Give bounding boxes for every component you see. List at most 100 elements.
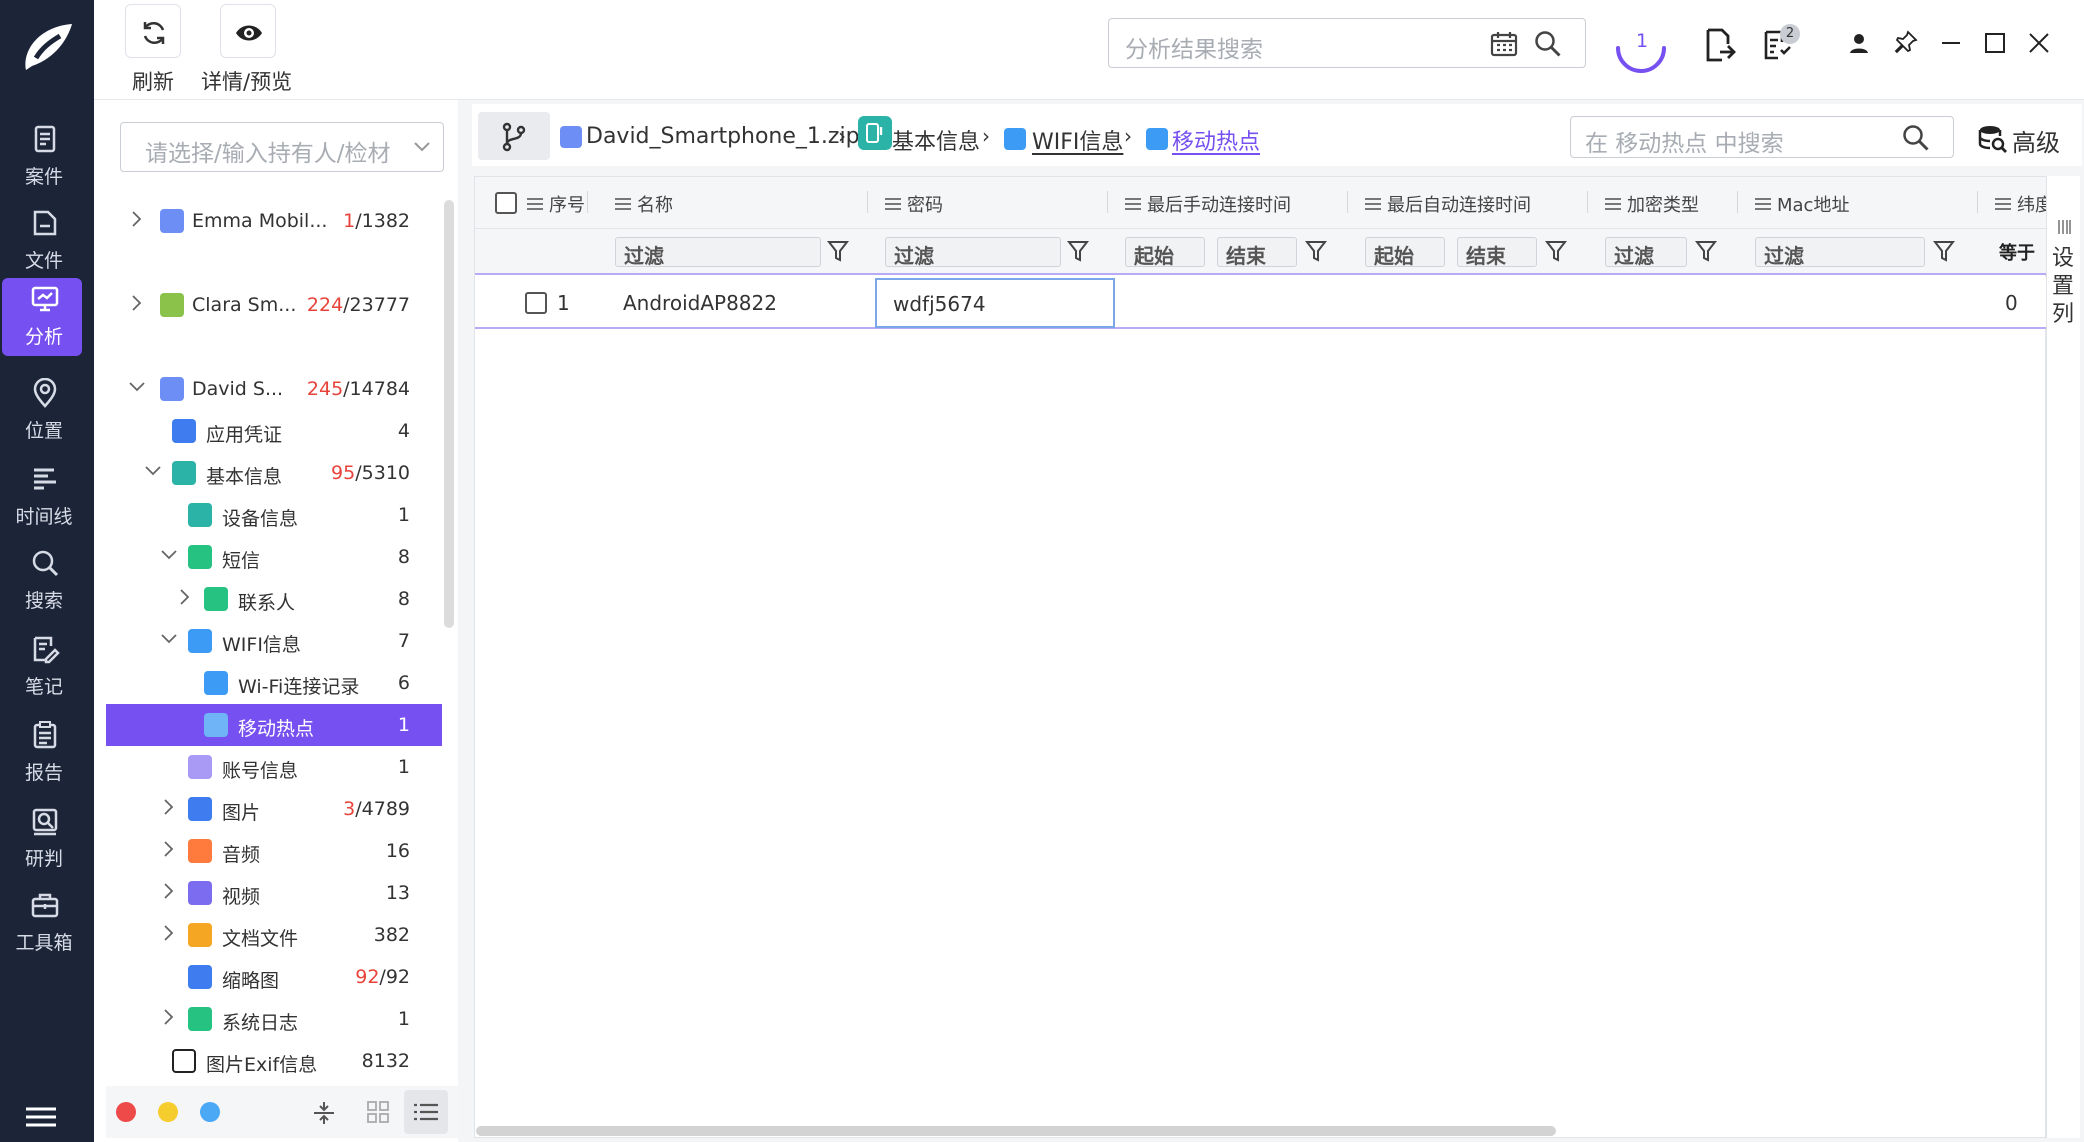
chevron-right-icon[interactable] bbox=[160, 798, 178, 816]
grid-horizontal-scrollbar[interactable] bbox=[476, 1126, 1556, 1136]
filter-auto-end[interactable]: 结束 bbox=[1457, 237, 1537, 268]
tree-item-clara[interactable]: Clara Sm... 224/23777 bbox=[106, 284, 442, 326]
tree-item-app-credentials[interactable]: 应用凭证 4 bbox=[106, 410, 442, 452]
column-divider[interactable] bbox=[587, 191, 588, 213]
nav-item-files[interactable]: 文件 bbox=[2, 202, 82, 282]
color-filter-blue[interactable] bbox=[200, 1102, 220, 1122]
filter-encryption[interactable]: 过滤 bbox=[1605, 237, 1687, 268]
chevron-right-icon[interactable] bbox=[160, 924, 178, 942]
chevron-right-icon[interactable] bbox=[128, 210, 146, 228]
column-divider[interactable] bbox=[1977, 191, 1978, 213]
filter-icon[interactable] bbox=[1933, 239, 1955, 263]
column-divider[interactable] bbox=[867, 191, 868, 213]
branch-toggle-button[interactable] bbox=[478, 112, 550, 160]
column-header-mac[interactable]: Mac地址 bbox=[1755, 191, 1849, 217]
tree-item-contacts[interactable]: 联系人 8 bbox=[106, 578, 442, 620]
cell-password-focused[interactable]: wdfj5674 bbox=[875, 278, 1115, 328]
tree-item-documents[interactable]: 文档文件 382 bbox=[106, 914, 442, 956]
table-search-input[interactable]: 在 移动热点 中搜索 bbox=[1570, 116, 1954, 158]
row-checkbox[interactable] bbox=[525, 292, 547, 314]
filter-icon[interactable] bbox=[1067, 239, 1089, 263]
collapse-all-icon[interactable] bbox=[312, 1100, 336, 1126]
chevron-right-icon[interactable] bbox=[160, 840, 178, 858]
tree-item-device-info[interactable]: 设备信息 1 bbox=[106, 494, 442, 536]
select-all-checkbox[interactable] bbox=[495, 192, 517, 214]
grid-view-icon[interactable] bbox=[366, 1100, 390, 1124]
column-settings-button[interactable]: 设 置 列 bbox=[2046, 176, 2080, 1138]
column-header-latitude[interactable]: 纬度 bbox=[1995, 191, 2047, 217]
filter-icon[interactable] bbox=[827, 239, 849, 263]
nav-item-analysis[interactable]: 分析 bbox=[2, 278, 82, 356]
nav-item-toolbox[interactable]: 工具箱 bbox=[2, 884, 82, 964]
nav-item-case[interactable]: 案件 bbox=[2, 118, 82, 198]
tree-item-video[interactable]: 视频 13 bbox=[106, 872, 442, 914]
breadcrumb-hotspot[interactable]: 移动热点 bbox=[1172, 124, 1260, 156]
pin-icon[interactable] bbox=[1894, 30, 1918, 54]
nav-item-timeline[interactable]: 时间线 bbox=[2, 458, 82, 538]
tree-item-images[interactable]: 图片 3/4789 bbox=[106, 788, 442, 830]
filter-manual-start[interactable]: 起始 bbox=[1125, 237, 1205, 268]
tree-item-thumbnails[interactable]: 缩略图 92/92 bbox=[106, 956, 442, 998]
column-divider[interactable] bbox=[1107, 191, 1108, 213]
tree-item-account-info[interactable]: 账号信息 1 bbox=[106, 746, 442, 788]
chevron-down-icon[interactable] bbox=[128, 378, 146, 396]
filter-icon[interactable] bbox=[1305, 239, 1327, 263]
nav-item-notes[interactable]: 笔记 bbox=[2, 628, 82, 708]
breadcrumb-basic-info[interactable]: 基本信息 bbox=[892, 124, 980, 156]
tree-item-wifi-info[interactable]: WIFI信息 7 bbox=[106, 620, 442, 662]
nav-item-search[interactable]: 搜索 bbox=[2, 542, 82, 622]
color-filter-red[interactable] bbox=[116, 1102, 136, 1122]
tree-item-basic-info[interactable]: 基本信息 95/5310 bbox=[106, 452, 442, 494]
tree-item-wifi-connection-records[interactable]: Wi-Fi连接记录 6 bbox=[106, 662, 442, 704]
list-view-button[interactable] bbox=[404, 1090, 448, 1134]
maximize-icon[interactable] bbox=[1984, 32, 2006, 54]
search-icon[interactable] bbox=[1533, 29, 1563, 59]
nav-item-report[interactable]: 报告 bbox=[2, 714, 82, 794]
column-divider[interactable] bbox=[1587, 191, 1588, 213]
details-preview-button[interactable] bbox=[220, 4, 276, 58]
tree-item-david[interactable]: David S... 245/14784 bbox=[106, 368, 442, 410]
table-row[interactable]: 1 AndroidAP8822 wdfj5674 0 bbox=[475, 277, 2047, 329]
column-header-index[interactable]: 序号 bbox=[527, 191, 585, 217]
filter-mac[interactable]: 过滤 bbox=[1755, 237, 1925, 268]
color-filter-yellow[interactable] bbox=[158, 1102, 178, 1122]
nav-item-location[interactable]: 位置 bbox=[2, 372, 82, 452]
column-divider[interactable] bbox=[1737, 191, 1738, 213]
tree-item-mobile-hotspot[interactable]: 移动热点 1 bbox=[106, 704, 442, 746]
calendar-icon[interactable] bbox=[1489, 29, 1519, 59]
column-header-last-manual-connect[interactable]: 最后手动连接时间 bbox=[1125, 191, 1291, 217]
column-header-encryption[interactable]: 加密类型 bbox=[1605, 191, 1699, 217]
export-icon[interactable] bbox=[1704, 28, 1736, 64]
filter-icon[interactable] bbox=[1545, 239, 1567, 263]
filter-name[interactable]: 过滤 bbox=[615, 237, 821, 268]
nav-item-judge[interactable]: 研判 bbox=[2, 800, 82, 880]
column-header-last-auto-connect[interactable]: 最后自动连接时间 bbox=[1365, 191, 1531, 217]
tree-item-emma[interactable]: Emma Mobil... 1/1382 bbox=[106, 200, 442, 242]
search-icon[interactable] bbox=[1901, 123, 1931, 153]
filter-latitude-equals[interactable]: 等于 bbox=[1999, 239, 2035, 265]
chevron-down-icon[interactable] bbox=[160, 546, 178, 564]
tree-item-audio[interactable]: 音频 16 bbox=[106, 830, 442, 872]
close-icon[interactable] bbox=[2028, 32, 2050, 54]
column-header-name[interactable]: 名称 bbox=[615, 191, 673, 217]
filter-password[interactable]: 过滤 bbox=[885, 237, 1061, 268]
filter-icon[interactable] bbox=[1695, 239, 1717, 263]
chevron-down-icon[interactable] bbox=[160, 630, 178, 648]
column-divider[interactable] bbox=[1347, 191, 1348, 213]
chevron-right-icon[interactable] bbox=[176, 588, 194, 606]
menu-icon[interactable] bbox=[26, 1106, 56, 1128]
minimize-icon[interactable] bbox=[1940, 32, 1962, 54]
user-icon[interactable] bbox=[1848, 32, 1870, 54]
chevron-down-icon[interactable] bbox=[144, 462, 162, 480]
tree-item-system-log[interactable]: 系统日志 1 bbox=[106, 998, 442, 1040]
tree-item-image-exif[interactable]: 图片Exif信息 8132 bbox=[106, 1040, 442, 1082]
breadcrumb-wifi[interactable]: WIFI信息 bbox=[1032, 124, 1123, 156]
tree-scrollbar[interactable] bbox=[444, 200, 454, 628]
analysis-search-input[interactable]: 分析结果搜索 bbox=[1108, 18, 1586, 68]
filter-manual-end[interactable]: 结束 bbox=[1217, 237, 1297, 268]
tree-item-sms[interactable]: 短信 8 bbox=[106, 536, 442, 578]
chevron-right-icon[interactable] bbox=[160, 882, 178, 900]
column-header-password[interactable]: 密码 bbox=[885, 191, 943, 217]
refresh-button[interactable] bbox=[125, 4, 181, 58]
chevron-right-icon[interactable] bbox=[160, 1008, 178, 1026]
